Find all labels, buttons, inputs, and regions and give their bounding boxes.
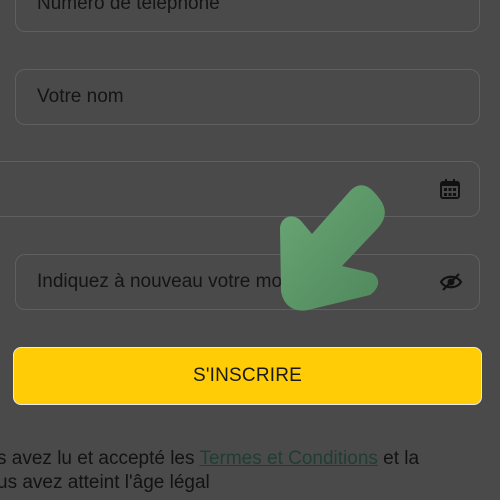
terms-notice: s avez lu et accepté les Termes et Condi… — [0, 447, 500, 495]
confirm-password-placeholder: Indiquez à nouveau votre mot de passe — [37, 271, 370, 292]
eye-off-icon[interactable] — [439, 271, 463, 293]
terms-text-start: s avez lu et accepté les — [0, 448, 200, 469]
terms-link[interactable]: Termes et Conditions — [199, 448, 377, 469]
calendar-icon[interactable] — [439, 178, 461, 200]
terms-line-1: s avez lu et accepté les Termes et Condi… — [0, 447, 500, 471]
signup-button[interactable]: S'INSCRIRE — [13, 347, 482, 405]
name-placeholder: Votre nom — [37, 86, 124, 107]
confirm-password-field[interactable]: Indiquez à nouveau votre mot de passe — [15, 254, 480, 310]
terms-text-end: et la — [377, 448, 420, 469]
birthdate-field[interactable] — [0, 161, 480, 217]
signup-page: Numéro de téléphone Votre nom Indiquez à… — [0, 0, 500, 500]
terms-line-2: us avez atteint l'âge légal — [0, 472, 210, 493]
phone-field[interactable]: Numéro de téléphone — [15, 0, 480, 32]
name-field[interactable]: Votre nom — [15, 69, 480, 125]
phone-placeholder: Numéro de téléphone — [37, 0, 220, 14]
